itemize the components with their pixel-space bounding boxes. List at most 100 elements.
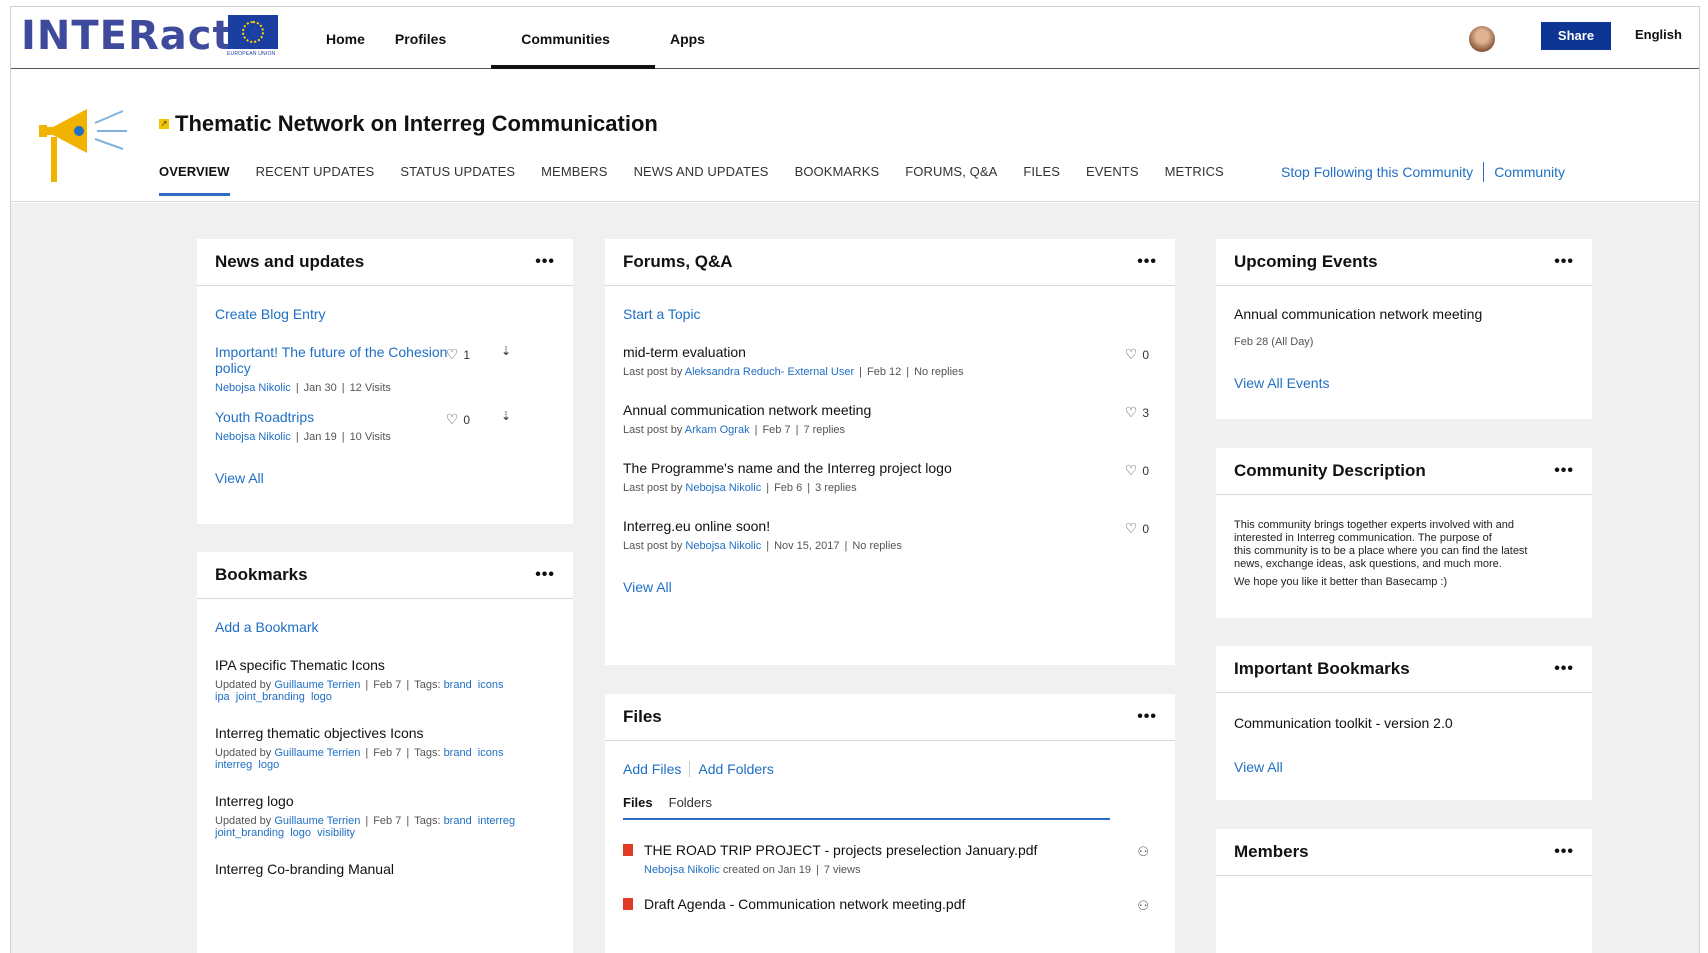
create-blog-entry-link[interactable]: Create Blog Entry: [215, 306, 326, 322]
author-link[interactable]: Nebojsa Nikolic: [215, 382, 291, 394]
tab-files[interactable]: FILES: [1023, 164, 1060, 196]
like-button[interactable]: ♡ 1: [446, 346, 470, 363]
community-tabs: OVERVIEW RECENT UPDATES STATUS UPDATES M…: [159, 164, 1250, 196]
tab-folders[interactable]: Folders: [669, 795, 712, 810]
tag-links[interactable]: brand icons: [444, 679, 504, 691]
like-button[interactable]: ♡ 0: [446, 411, 470, 428]
interact-logo[interactable]: INTERact: [21, 13, 233, 59]
files-tabs: Files Folders: [623, 795, 1110, 820]
topic-title[interactable]: The Programme's name and the Interreg pr…: [623, 460, 1149, 476]
tab-overview[interactable]: OVERVIEW: [159, 164, 230, 196]
date: Jan 30: [303, 382, 337, 394]
widget-menu-icon[interactable]: •••: [1554, 462, 1574, 480]
tab-events[interactable]: EVENTS: [1086, 164, 1139, 196]
author-link[interactable]: Arkam Ograk: [685, 424, 750, 436]
news-item-meta: Nebojsa Nikolic | Jan 30 | 12 Visits: [215, 382, 391, 394]
tag-links[interactable]: ipa joint_branding logo: [215, 691, 332, 703]
nav-communities[interactable]: Communities: [491, 7, 655, 69]
overview-content: News and updates ••• Create Blog Entry I…: [11, 203, 1699, 953]
add-bookmark-link[interactable]: Add a Bookmark: [215, 619, 319, 635]
visits: 12 Visits: [349, 382, 391, 394]
bookmark-title[interactable]: IPA specific Thematic Icons: [215, 657, 555, 673]
tab-members[interactable]: MEMBERS: [541, 164, 607, 196]
topic-title[interactable]: mid-term evaluation: [623, 344, 1149, 360]
share-button[interactable]: Share: [1541, 22, 1611, 50]
user-avatar[interactable]: [1469, 26, 1495, 52]
view-all-link[interactable]: View All: [1234, 759, 1283, 775]
app-frame: INTERact EUROPEAN UNION Home Profiles Co…: [10, 6, 1700, 953]
topic-title[interactable]: Annual communication network meeting: [623, 402, 1149, 418]
tab-forums[interactable]: FORUMS, Q&A: [905, 164, 997, 196]
view-all-link[interactable]: View All: [215, 470, 264, 486]
list-item: Important! The future of the Cohesion po…: [215, 344, 511, 395]
tab-recent-updates[interactable]: RECENT UPDATES: [256, 164, 375, 196]
shared-users-icon[interactable]: ⚇: [1137, 898, 1149, 914]
event-name[interactable]: Annual communication network meeting: [1234, 306, 1574, 322]
tag-links[interactable]: brand icons: [444, 747, 504, 759]
widget-title: Upcoming Events: [1234, 252, 1378, 271]
nav-profiles[interactable]: Profiles: [380, 7, 461, 69]
widget-menu-icon[interactable]: •••: [535, 253, 555, 271]
widget-menu-icon[interactable]: •••: [1554, 843, 1574, 861]
list-item: Interreg logo Updated by Guillaume Terri…: [215, 793, 555, 839]
start-topic-link[interactable]: Start a Topic: [623, 306, 701, 322]
widget-menu-icon[interactable]: •••: [1137, 708, 1157, 726]
tab-status-updates[interactable]: STATUS UPDATES: [400, 164, 515, 196]
like-button[interactable]: ♡ 0: [1125, 346, 1149, 363]
news-item-title[interactable]: Important! The future of the Cohesion po…: [215, 344, 460, 376]
news-widget: News and updates ••• Create Blog Entry I…: [197, 239, 573, 524]
nav-apps[interactable]: Apps: [655, 7, 720, 69]
heart-icon: ♡: [1124, 520, 1138, 536]
widget-menu-icon[interactable]: •••: [1137, 253, 1157, 271]
author-link[interactable]: Guillaume Terrien: [274, 815, 360, 827]
members-widget: Members •••: [1216, 829, 1592, 953]
community-menu-link[interactable]: Community: [1494, 164, 1565, 182]
widget-title: Files: [623, 707, 662, 726]
important-bookmark-item[interactable]: Communication toolkit - version 2.0: [1234, 715, 1574, 731]
main-nav: Home Profiles Communities Apps: [311, 7, 720, 69]
bookmark-title[interactable]: Interreg thematic objectives Icons: [215, 725, 555, 741]
visits: 10 Visits: [349, 431, 391, 443]
author-link[interactable]: Aleksandra Reduch- External User: [685, 366, 854, 378]
view-all-events-link[interactable]: View All Events: [1234, 375, 1329, 391]
date: Feb 7: [373, 747, 402, 759]
author-link[interactable]: Nebojsa Nikolic: [644, 864, 720, 876]
shared-users-icon[interactable]: ⚇: [1137, 844, 1149, 860]
file-name[interactable]: THE ROAD TRIP PROJECT - projects presele…: [644, 842, 1149, 858]
author-link[interactable]: Nebojsa Nikolic: [215, 431, 291, 443]
tag-links[interactable]: interreg logo: [215, 759, 279, 771]
tab-files[interactable]: Files: [623, 795, 653, 810]
community-title-row: ↗ Thematic Network on Interreg Communica…: [159, 111, 658, 137]
expand-icon[interactable]: ⇣: [501, 344, 511, 358]
author-link[interactable]: Guillaume Terrien: [274, 679, 360, 691]
pdf-icon: [623, 844, 633, 856]
tab-bookmarks[interactable]: BOOKMARKS: [795, 164, 880, 196]
topic-meta: Last post by Nebojsa Nikolic | Nov 15, 201…: [623, 540, 902, 552]
nav-home[interactable]: Home: [311, 7, 380, 69]
like-button[interactable]: ♡ 0: [1125, 520, 1149, 537]
bookmark-title[interactable]: Interreg Co-branding Manual: [215, 861, 555, 877]
author-link[interactable]: Nebojsa Nikolic: [685, 540, 761, 552]
tab-news-and-updates[interactable]: NEWS AND UPDATES: [634, 164, 769, 196]
topic-title[interactable]: Interreg.eu online soon!: [623, 518, 1149, 534]
like-button[interactable]: ♡ 0: [1125, 462, 1149, 479]
stop-following-link[interactable]: Stop Following this Community: [1281, 164, 1473, 182]
widget-title: News and updates: [215, 252, 365, 271]
widget-menu-icon[interactable]: •••: [535, 566, 555, 584]
tab-metrics[interactable]: METRICS: [1165, 164, 1224, 196]
tag-links[interactable]: joint_branding logo visibility: [215, 827, 355, 839]
expand-icon[interactable]: ⇣: [501, 409, 511, 423]
widget-menu-icon[interactable]: •••: [1554, 660, 1574, 678]
view-all-link[interactable]: View All: [623, 579, 672, 595]
author-link[interactable]: Nebojsa Nikolic: [685, 482, 761, 494]
add-folders-link[interactable]: Add Folders: [698, 761, 773, 777]
date: Jan 19: [777, 864, 811, 876]
like-button[interactable]: ♡ 3: [1125, 404, 1149, 421]
bookmark-title[interactable]: Interreg logo: [215, 793, 555, 809]
author-link[interactable]: Guillaume Terrien: [274, 747, 360, 759]
widget-menu-icon[interactable]: •••: [1554, 253, 1574, 271]
file-name[interactable]: Draft Agenda - Communication network mee…: [644, 896, 1149, 912]
add-files-link[interactable]: Add Files: [623, 761, 681, 777]
language-selector[interactable]: English: [1635, 27, 1682, 42]
tag-links[interactable]: brand interreg: [444, 815, 516, 827]
